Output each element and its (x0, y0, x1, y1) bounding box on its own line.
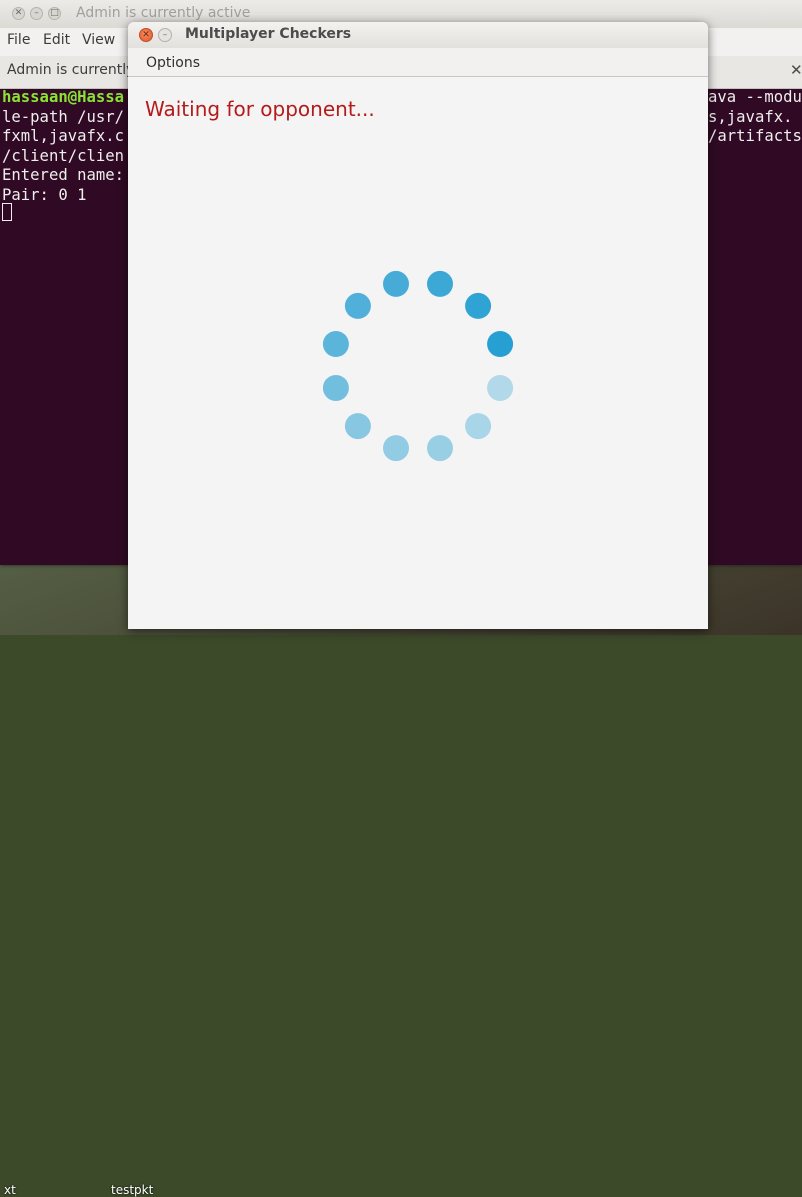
spinner-dot (383, 270, 409, 297)
tab-close-icon[interactable]: ✕ (790, 61, 802, 79)
spinner-dot (465, 292, 492, 319)
dialog-titlebar[interactable]: ✕ – Multiplayer Checkers (128, 22, 708, 48)
terminal-line: s,javafx. (708, 107, 793, 126)
close-icon[interactable]: ✕ (12, 7, 25, 20)
menu-view[interactable]: View (82, 32, 115, 48)
terminal-line: le-path /usr/ (2, 107, 125, 126)
terminal-line: Pair: 0 1 (2, 185, 87, 204)
spinner-dot (322, 375, 349, 401)
terminal-prompt: hassaan@Hassa (2, 88, 125, 106)
spinner-dot (344, 292, 371, 319)
terminal-line: /artifacts (708, 127, 802, 145)
checkers-dialog: ✕ – Multiplayer Checkers Options Waiting… (128, 22, 708, 629)
desktop-icon-label[interactable]: xt (4, 1183, 16, 1197)
dialog-title: Multiplayer Checkers (185, 26, 352, 42)
spinner-dot (487, 331, 514, 357)
terminal-title: Admin is currently active (76, 5, 251, 21)
spinner-dot (427, 270, 453, 297)
loading-spinner (322, 270, 514, 462)
menu-file[interactable]: File (7, 32, 30, 48)
terminal-cursor (2, 203, 12, 221)
spinner-dot (344, 413, 371, 440)
spinner-dot (465, 413, 492, 440)
minimize-icon[interactable]: – (30, 7, 43, 20)
terminal-line: Entered name: (2, 166, 125, 184)
terminal-tab[interactable]: Admin is currently (7, 62, 134, 78)
minimize-icon[interactable]: – (158, 28, 172, 42)
terminal-line: fxml,javafx.c (2, 127, 125, 145)
close-icon[interactable]: ✕ (139, 28, 153, 42)
spinner-dot (427, 435, 453, 462)
spinner-dot (383, 435, 409, 462)
maximize-icon[interactable]: □ (48, 7, 61, 20)
menu-options[interactable]: Options (146, 55, 200, 71)
dialog-content: Waiting for opponent... (128, 77, 708, 629)
terminal-line: ava --modu (708, 88, 802, 106)
terminal-line: hassaan@Hassa (2, 88, 124, 108)
menu-edit[interactable]: Edit (43, 32, 70, 48)
terminal-line: /client/clien (2, 146, 125, 165)
desktop-icon-label[interactable]: testpkt (111, 1183, 153, 1197)
spinner-dot (322, 331, 349, 357)
spinner-dot (487, 375, 514, 401)
dialog-menubar: Options (128, 48, 708, 77)
